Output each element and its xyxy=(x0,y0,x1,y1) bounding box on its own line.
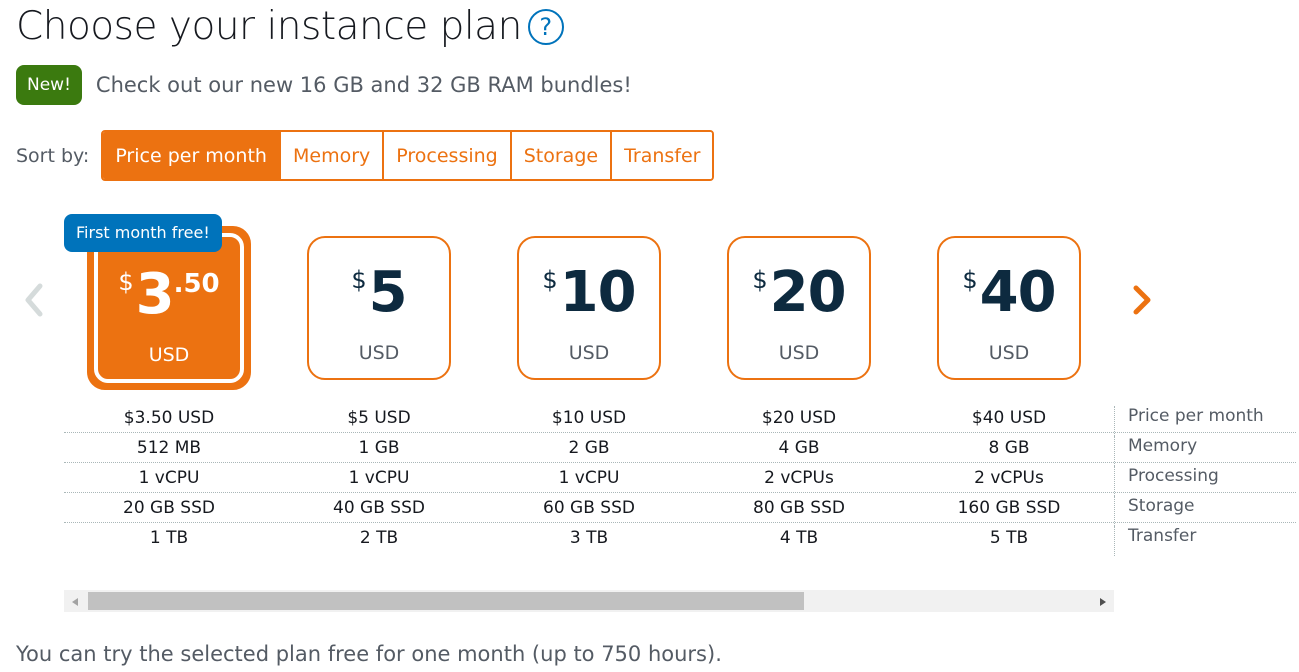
spec-cell: $10 USD xyxy=(551,408,627,428)
plan-price: $ 5 xyxy=(309,260,449,325)
sort-transfer-button[interactable]: Transfer xyxy=(610,132,713,179)
spec-cell: 1 TB xyxy=(149,528,189,548)
sort-button-group: Price per month Memory Processing Storag… xyxy=(101,130,715,181)
promo-text: Check out our new 16 GB and 32 GB RAM bu… xyxy=(95,73,632,97)
sort-label: Sort by: xyxy=(16,144,90,167)
spec-cell: 3 TB xyxy=(569,528,609,548)
spec-cell: 1 vCPU xyxy=(138,468,200,488)
sort-processing-button[interactable]: Processing xyxy=(382,132,510,179)
dollar-sign: $ xyxy=(351,266,367,294)
chevron-left-icon[interactable] xyxy=(20,280,48,320)
spec-cell: 5 TB xyxy=(989,528,1029,548)
promo-banner: New! Check out our new 16 GB and 32 GB R… xyxy=(16,65,632,105)
sort-price-button[interactable]: Price per month xyxy=(103,132,279,179)
spec-label-transfer: Transfer xyxy=(1114,526,1196,556)
dollar-sign: $ xyxy=(118,268,134,296)
spec-cell: 1 vCPU xyxy=(348,468,410,488)
spec-cell: 4 GB xyxy=(778,438,820,458)
spec-cell: 4 TB xyxy=(779,528,819,548)
spec-label-processing: Processing xyxy=(1114,466,1219,496)
first-month-free-badge: First month free! xyxy=(64,214,222,252)
spec-row-processing: 1 vCPU 1 vCPU 1 vCPU 2 vCPUs 2 vCPUs Pro… xyxy=(64,463,1296,496)
plan-card-40[interactable]: $ 40 USD xyxy=(937,236,1081,380)
price-amount: 40 xyxy=(979,260,1057,325)
spec-cell: 20 GB SSD xyxy=(123,498,215,518)
spec-cell: $5 USD xyxy=(347,408,411,428)
scroll-left-icon[interactable] xyxy=(68,594,82,608)
spec-cell: 512 MB xyxy=(136,438,202,458)
spec-cell: $3.50 USD xyxy=(123,408,215,428)
spec-cell: 1 vCPU xyxy=(558,468,620,488)
spec-cell: 2 TB xyxy=(359,528,399,548)
price-amount: 5 xyxy=(368,260,408,325)
plan-price: $ 40 xyxy=(939,260,1079,325)
horizontal-scrollbar[interactable] xyxy=(64,590,1114,612)
price-amount: 10 xyxy=(559,260,637,325)
plan-currency: USD xyxy=(988,342,1030,364)
spec-label-storage: Storage xyxy=(1114,496,1195,526)
spec-cell: 2 vCPUs xyxy=(974,468,1044,488)
plan-currency: USD xyxy=(358,342,400,364)
spec-cell: 2 GB xyxy=(568,438,610,458)
plan-currency: USD xyxy=(778,342,820,364)
free-trial-note: You can try the selected plan free for o… xyxy=(16,642,722,666)
spec-cell: 60 GB SSD xyxy=(543,498,635,518)
plan-price: $ 3 .50 xyxy=(91,262,247,327)
dollar-sign: $ xyxy=(542,266,558,294)
scrollbar-thumb[interactable] xyxy=(88,592,804,610)
plan-currency: USD xyxy=(148,344,190,366)
sort-memory-button[interactable]: Memory xyxy=(278,132,383,179)
spec-label-price: Price per month xyxy=(1114,406,1264,436)
spec-cell: 1 GB xyxy=(358,438,400,458)
plan-card-20[interactable]: $ 20 USD xyxy=(727,236,871,380)
plan-spec-table: $3.50 USD $5 USD $10 USD $20 USD $40 USD… xyxy=(64,403,1296,556)
price-amount: 20 xyxy=(769,260,847,325)
spec-cell: 160 GB SSD xyxy=(957,498,1061,518)
dollar-sign: $ xyxy=(752,266,768,294)
page-title: Choose your instance plan xyxy=(16,4,522,49)
spec-cell: 80 GB SSD xyxy=(753,498,845,518)
spec-cell: 40 GB SSD xyxy=(333,498,425,518)
plan-currency: USD xyxy=(568,342,610,364)
spec-cell: 2 vCPUs xyxy=(764,468,834,488)
price-amount: 3 xyxy=(135,262,175,327)
spec-row-price: $3.50 USD $5 USD $10 USD $20 USD $40 USD… xyxy=(64,403,1296,436)
help-icon[interactable]: ? xyxy=(527,8,564,45)
plan-price: $ 20 xyxy=(729,260,869,325)
new-badge: New! xyxy=(16,65,82,105)
chevron-right-icon[interactable] xyxy=(1128,280,1156,320)
spec-row-storage: 20 GB SSD 40 GB SSD 60 GB SSD 80 GB SSD … xyxy=(64,493,1296,526)
spec-row-memory: 512 MB 1 GB 2 GB 4 GB 8 GB Memory xyxy=(64,433,1296,466)
plan-card-10[interactable]: $ 10 USD xyxy=(517,236,661,380)
page-header: Choose your instance plan ? xyxy=(16,4,564,49)
spec-cell: $40 USD xyxy=(971,408,1047,428)
spec-cell: $20 USD xyxy=(761,408,837,428)
plan-price: $ 10 xyxy=(519,260,659,325)
sort-bar: Sort by: Price per month Memory Processi… xyxy=(16,130,715,181)
spec-label-memory: Memory xyxy=(1114,436,1197,466)
scroll-right-icon[interactable] xyxy=(1096,594,1110,608)
spec-row-transfer: 1 TB 2 TB 3 TB 4 TB 5 TB Transfer xyxy=(64,523,1296,556)
dollar-sign: $ xyxy=(962,266,978,294)
sort-storage-button[interactable]: Storage xyxy=(509,132,611,179)
plan-card-5[interactable]: $ 5 USD xyxy=(307,236,451,380)
spec-cell: 8 GB xyxy=(988,438,1030,458)
price-cents: .50 xyxy=(173,269,220,299)
